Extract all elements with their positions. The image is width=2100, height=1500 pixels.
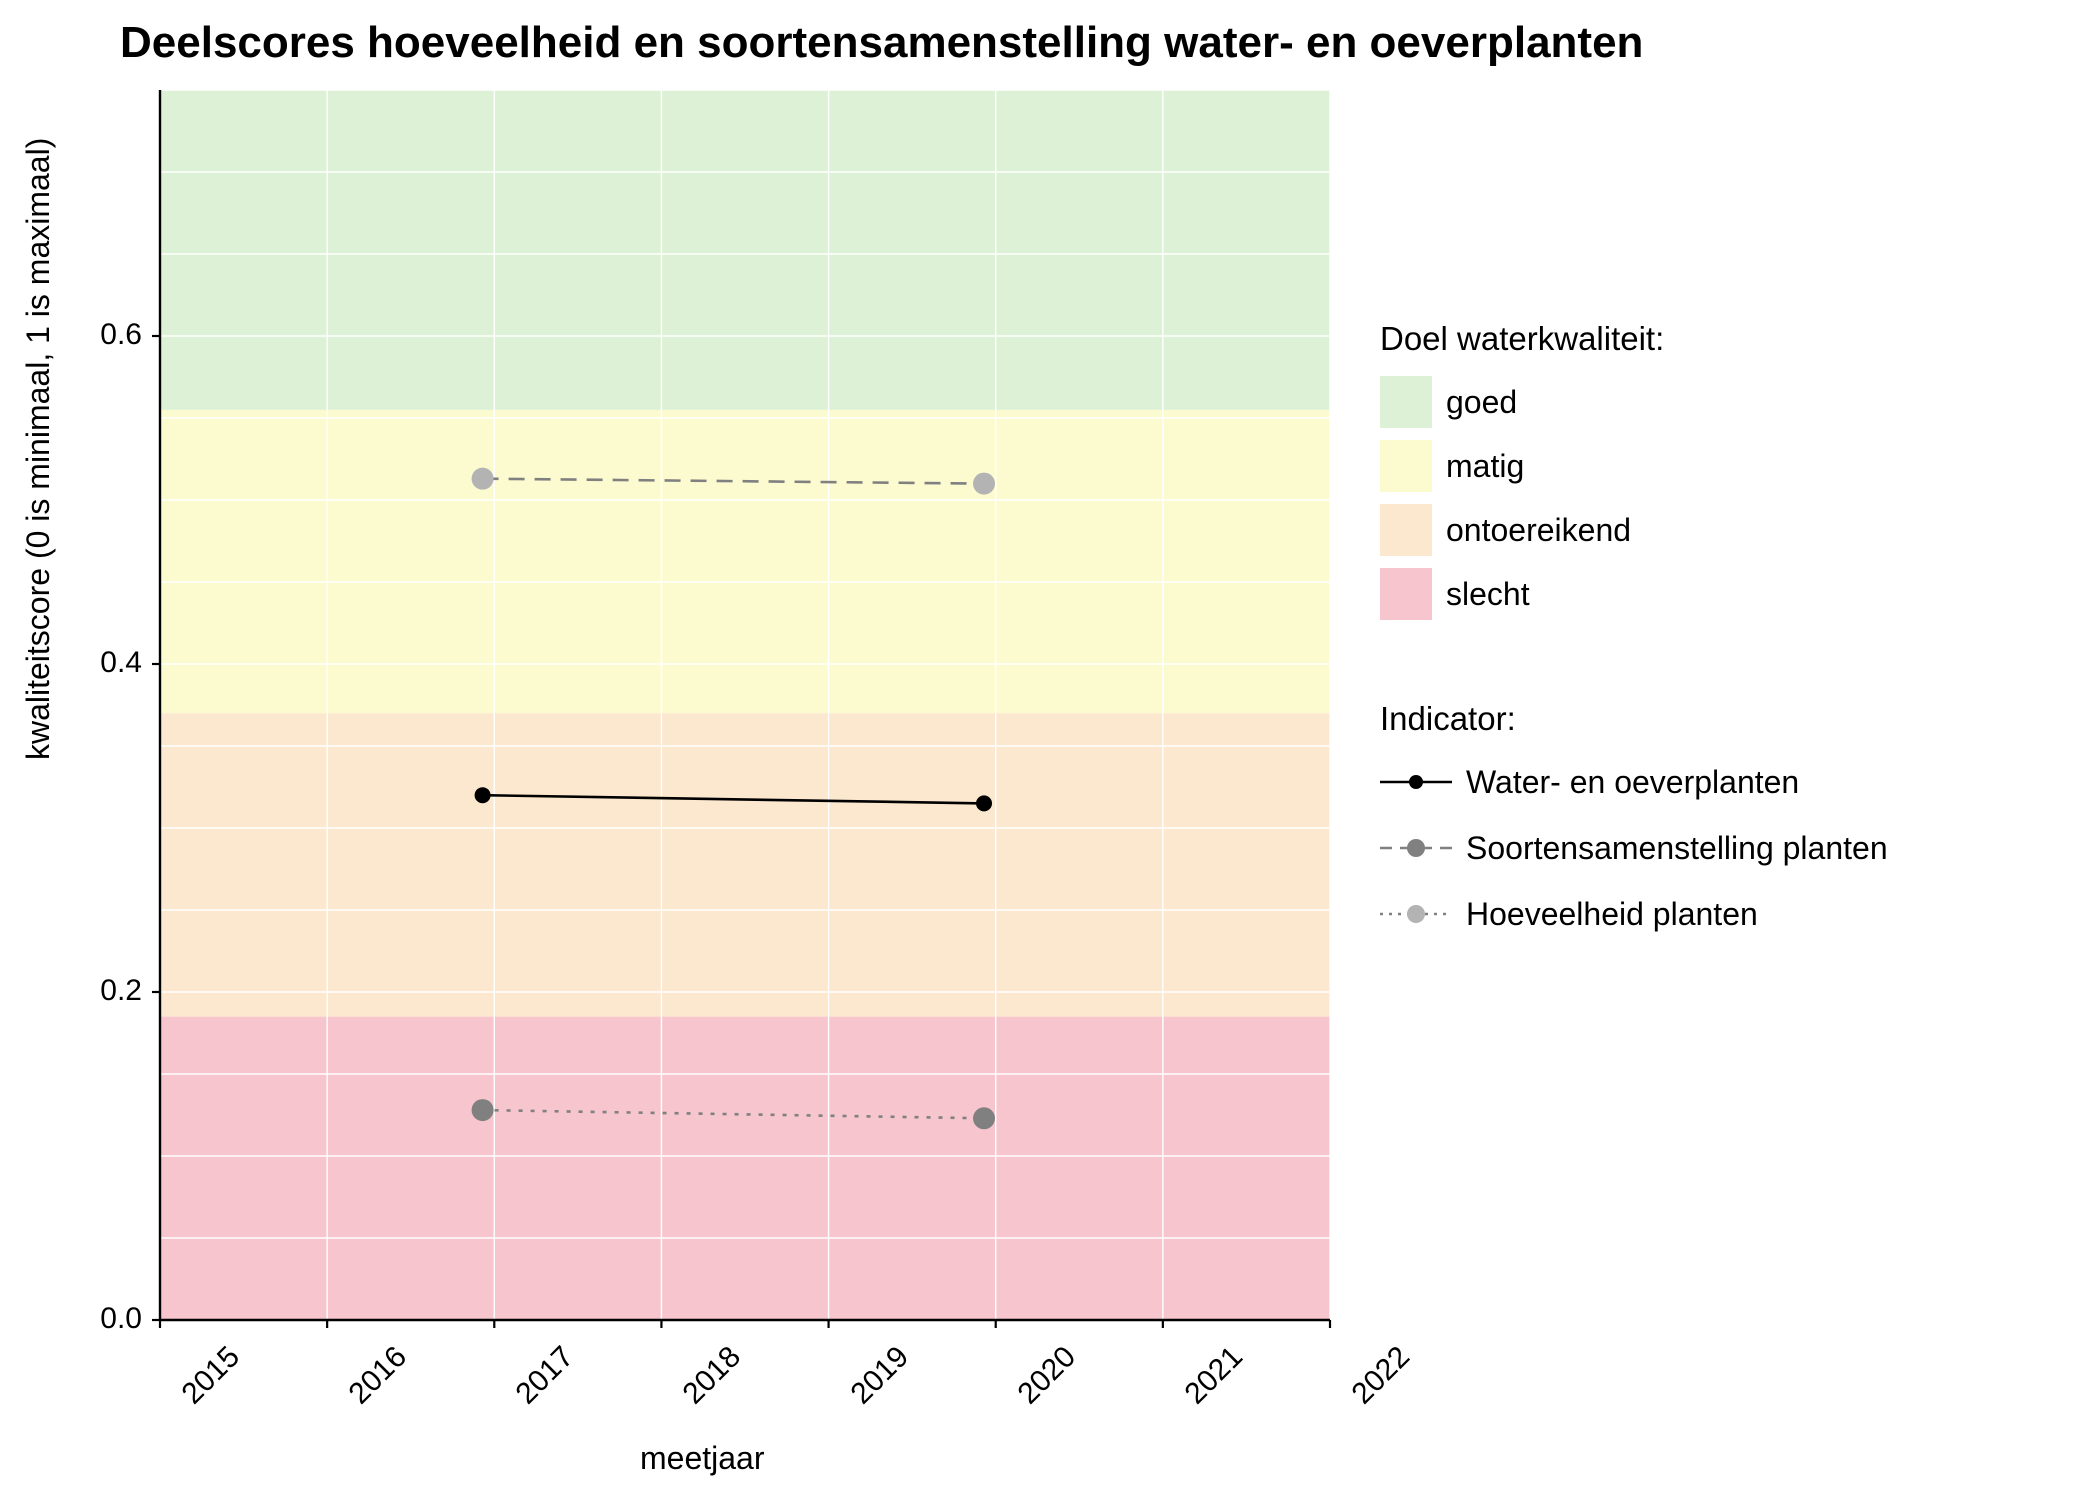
legend-quality-item-slecht: slecht — [1380, 568, 1664, 620]
series-point — [472, 1099, 494, 1121]
x-tick-label: 2018 — [677, 1340, 748, 1411]
swatch-matig-icon — [1380, 440, 1432, 492]
legend-indicator: Indicator: Water- en oeverplanten Soorte… — [1380, 700, 1888, 954]
quality-band — [160, 713, 1330, 1016]
x-axis-label: meetjaar — [640, 1440, 765, 1477]
series-point — [973, 473, 995, 495]
series-point — [472, 468, 494, 490]
quality-band — [160, 410, 1330, 713]
quality-band — [160, 90, 1330, 410]
x-tick-label: 2022 — [1346, 1340, 1417, 1411]
x-tick-label: 2017 — [510, 1340, 581, 1411]
x-tick-label: 2019 — [844, 1340, 915, 1411]
legend-indicator-item-2: Soortensamenstelling planten — [1380, 822, 1888, 874]
swatch-goed-icon — [1380, 376, 1432, 428]
legend-indicator-item-1: Water- en oeverplanten — [1380, 756, 1888, 808]
swatch-ontoereikend-icon — [1380, 504, 1432, 556]
legend-quality-label: matig — [1446, 448, 1524, 485]
x-tick-label: 2021 — [1178, 1340, 1249, 1411]
legend-indicator-title: Indicator: — [1380, 700, 1888, 738]
legend-line-dotted-icon — [1380, 888, 1452, 940]
legend-line-dashed-icon — [1380, 822, 1452, 874]
y-axis-label: kwaliteitscore (0 is minimaal, 1 is maxi… — [20, 138, 57, 760]
y-tick-label: 0.0 — [82, 1302, 142, 1336]
quality-band — [160, 1017, 1330, 1320]
y-tick-label: 0.4 — [82, 646, 142, 680]
legend-line-solid-icon — [1380, 756, 1452, 808]
swatch-slecht-icon — [1380, 568, 1432, 620]
chart-title: Deelscores hoeveelheid en soortensamenst… — [120, 18, 1643, 68]
figure: Deelscores hoeveelheid en soortensamenst… — [0, 0, 2100, 1500]
legend-quality-item-matig: matig — [1380, 440, 1664, 492]
legend-quality-label: goed — [1446, 384, 1517, 421]
series-point — [976, 795, 992, 811]
y-tick-label: 0.2 — [82, 974, 142, 1008]
legend-indicator-label: Hoeveelheid planten — [1466, 896, 1758, 933]
series-point — [475, 787, 491, 803]
plot-svg — [160, 90, 1330, 1320]
series-point — [973, 1107, 995, 1129]
legend-quality-item-ontoereikend: ontoereikend — [1380, 504, 1664, 556]
legend-indicator-item-3: Hoeveelheid planten — [1380, 888, 1888, 940]
legend-quality-label: ontoereikend — [1446, 512, 1631, 549]
legend-quality-title: Doel waterkwaliteit: — [1380, 320, 1664, 358]
legend-quality-label: slecht — [1446, 576, 1530, 613]
plot-area — [160, 90, 1330, 1320]
legend-indicator-label: Water- en oeverplanten — [1466, 764, 1799, 801]
x-tick-label: 2015 — [176, 1340, 247, 1411]
x-tick-label: 2020 — [1011, 1340, 1082, 1411]
x-tick-label: 2016 — [343, 1340, 414, 1411]
y-tick-label: 0.6 — [82, 318, 142, 352]
legend-quality: Doel waterkwaliteit: goed matig ontoerei… — [1380, 320, 1664, 632]
legend-indicator-label: Soortensamenstelling planten — [1466, 830, 1888, 867]
legend-quality-item-goed: goed — [1380, 376, 1664, 428]
